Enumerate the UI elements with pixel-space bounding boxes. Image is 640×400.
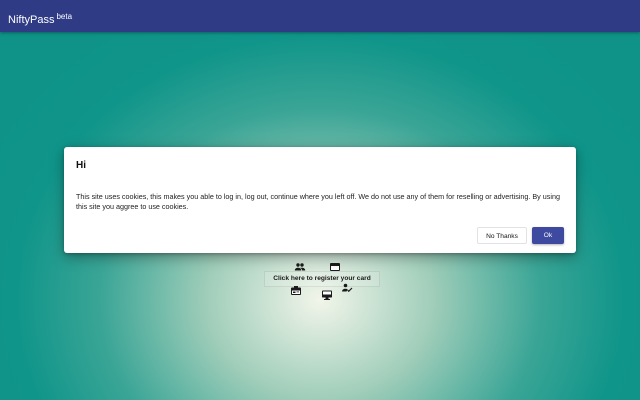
cookie-dialog: Hi This site uses cookies, this makes yo… (64, 147, 576, 253)
brand-name: NiftyPass (8, 14, 55, 26)
no-thanks-button[interactable]: No Thanks (477, 227, 527, 244)
signature-icon[interactable] (341, 282, 353, 294)
desktop-icon[interactable] (321, 289, 333, 301)
id-card-icon[interactable] (290, 285, 302, 297)
ok-button[interactable]: Ok (532, 227, 564, 244)
card-widget: Click here to register your card (261, 255, 381, 303)
dialog-message: This site uses cookies, this makes you a… (76, 192, 560, 211)
register-card-button[interactable]: Click here to register your card (264, 271, 380, 287)
dialog-title: Hi (76, 160, 86, 171)
app-bar: NiftyPass beta (0, 0, 640, 32)
brand[interactable]: NiftyPass beta (8, 10, 72, 27)
page: NiftyPass beta Click here to register you… (0, 0, 640, 400)
beta-badge: beta (56, 12, 73, 21)
